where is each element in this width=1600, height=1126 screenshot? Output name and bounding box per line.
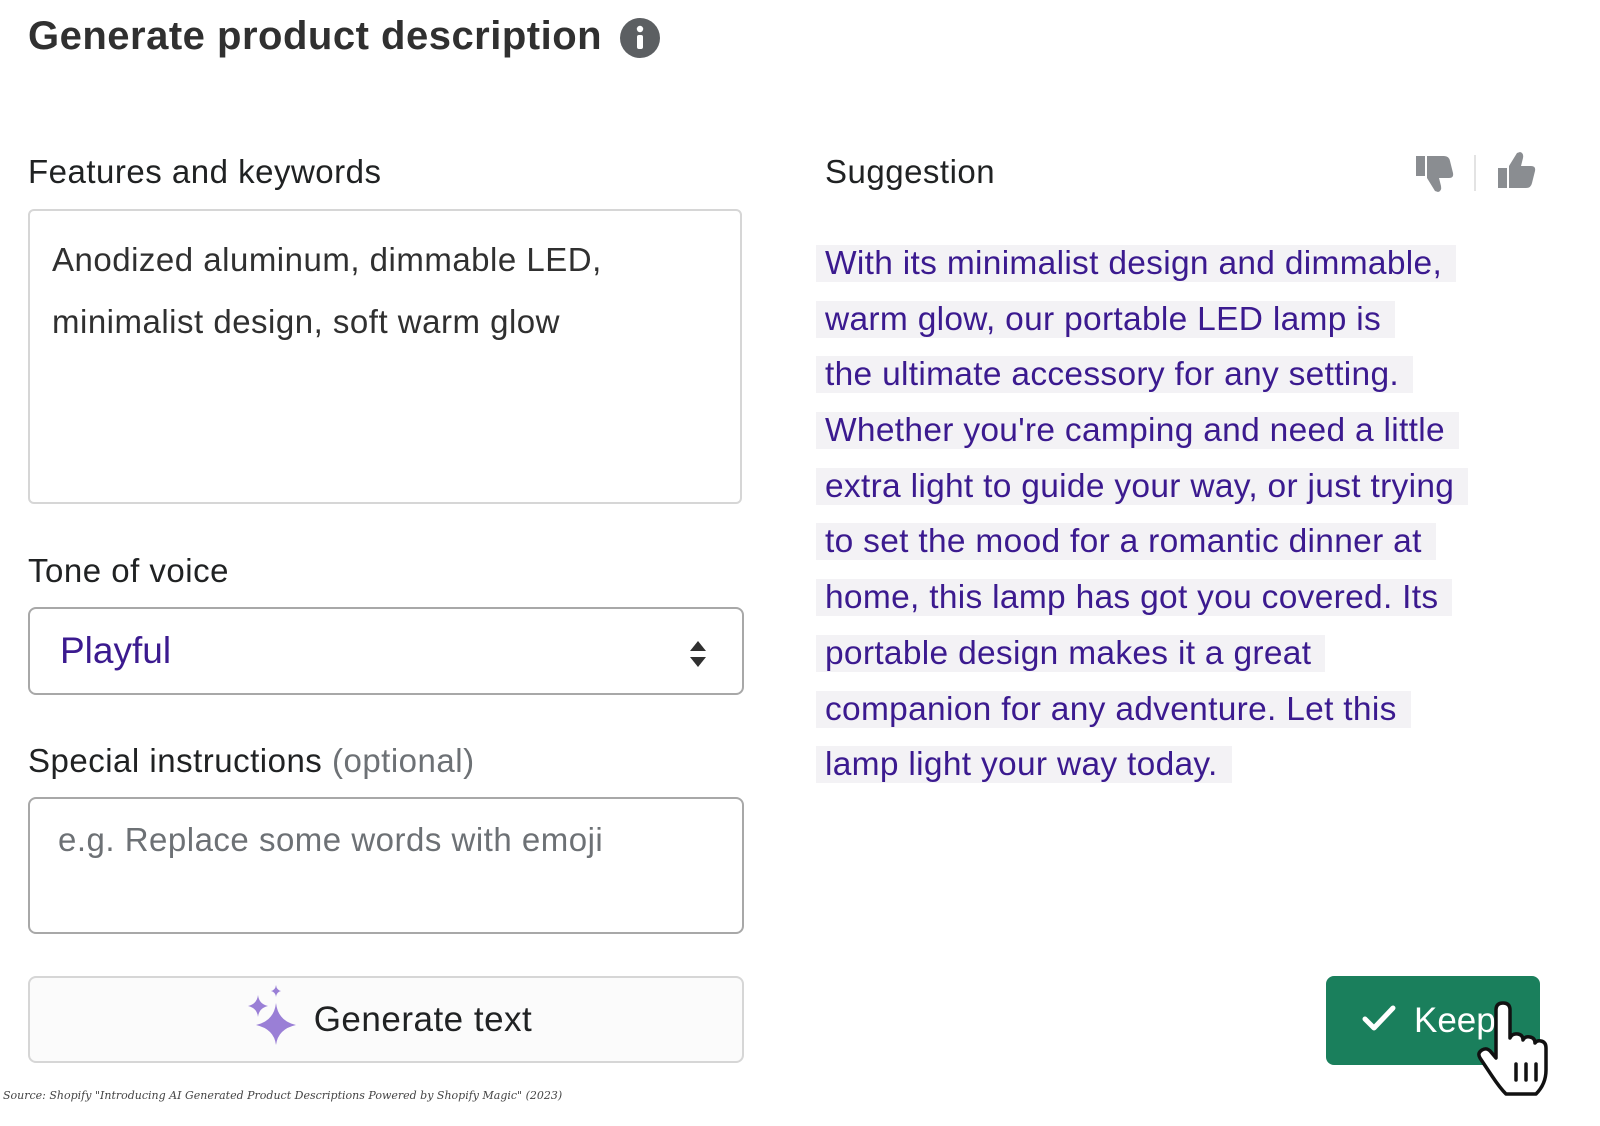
- info-icon[interactable]: [620, 18, 660, 58]
- instructions-label: Special instructions (optional): [28, 742, 475, 780]
- suggestion-text: With its minimalist design and dimmable,…: [816, 236, 1536, 793]
- tone-select[interactable]: Playful: [28, 607, 744, 695]
- tone-label: Tone of voice: [28, 552, 229, 589]
- instructions-label-text: Special instructions: [28, 742, 323, 779]
- features-textarea[interactable]: Anodized aluminum, dimmable LED, minimal…: [28, 209, 742, 504]
- features-label: Features and keywords: [28, 153, 382, 190]
- instructions-input[interactable]: e.g. Replace some words with emoji: [28, 797, 744, 934]
- tone-selected-value: Playful: [60, 630, 172, 671]
- optional-hint: (optional): [331, 742, 475, 779]
- checkmark-icon: [1362, 1001, 1396, 1041]
- suggestion-line: warm glow, our portable LED lamp is: [816, 292, 1536, 348]
- select-arrows-icon: [688, 639, 708, 674]
- suggestion-label: Suggestion: [825, 153, 996, 190]
- thumbs-down-icon[interactable]: [1412, 150, 1456, 199]
- source-caption: Source: Shopify "Introducing AI Generate…: [3, 1089, 563, 1102]
- feedback-divider: [1474, 155, 1476, 191]
- suggestion-line: With its minimalist design and dimmable,: [816, 236, 1536, 292]
- suggestion-line: extra light to guide your way, or just t…: [816, 459, 1536, 515]
- suggestion-line: home, this lamp has got you covered. Its: [816, 570, 1536, 626]
- generate-text-label: Generate text: [313, 999, 533, 1039]
- suggestion-line: portable design makes it a great: [816, 626, 1536, 682]
- suggestion-line: to set the mood for a romantic dinner at: [816, 514, 1536, 570]
- suggestion-line: companion for any adventure. Let this: [816, 682, 1536, 738]
- features-line: Anodized aluminum, dimmable LED,: [52, 241, 602, 278]
- suggestion-line: lamp light your way today.: [816, 737, 1536, 793]
- suggestion-line: Whether you're camping and need a little: [816, 403, 1536, 459]
- page-title: Generate product description: [28, 14, 603, 58]
- thumbs-up-icon[interactable]: [1494, 150, 1538, 199]
- instructions-placeholder: e.g. Replace some words with emoji: [58, 821, 604, 858]
- suggestion-line: the ultimate accessory for any setting.: [816, 347, 1536, 403]
- sparkles-icon: [240, 983, 304, 1056]
- hand-cursor-icon: [1476, 1000, 1548, 1105]
- generate-text-button[interactable]: Generate text: [28, 976, 744, 1063]
- features-line: minimalist design, soft warm glow: [52, 303, 560, 340]
